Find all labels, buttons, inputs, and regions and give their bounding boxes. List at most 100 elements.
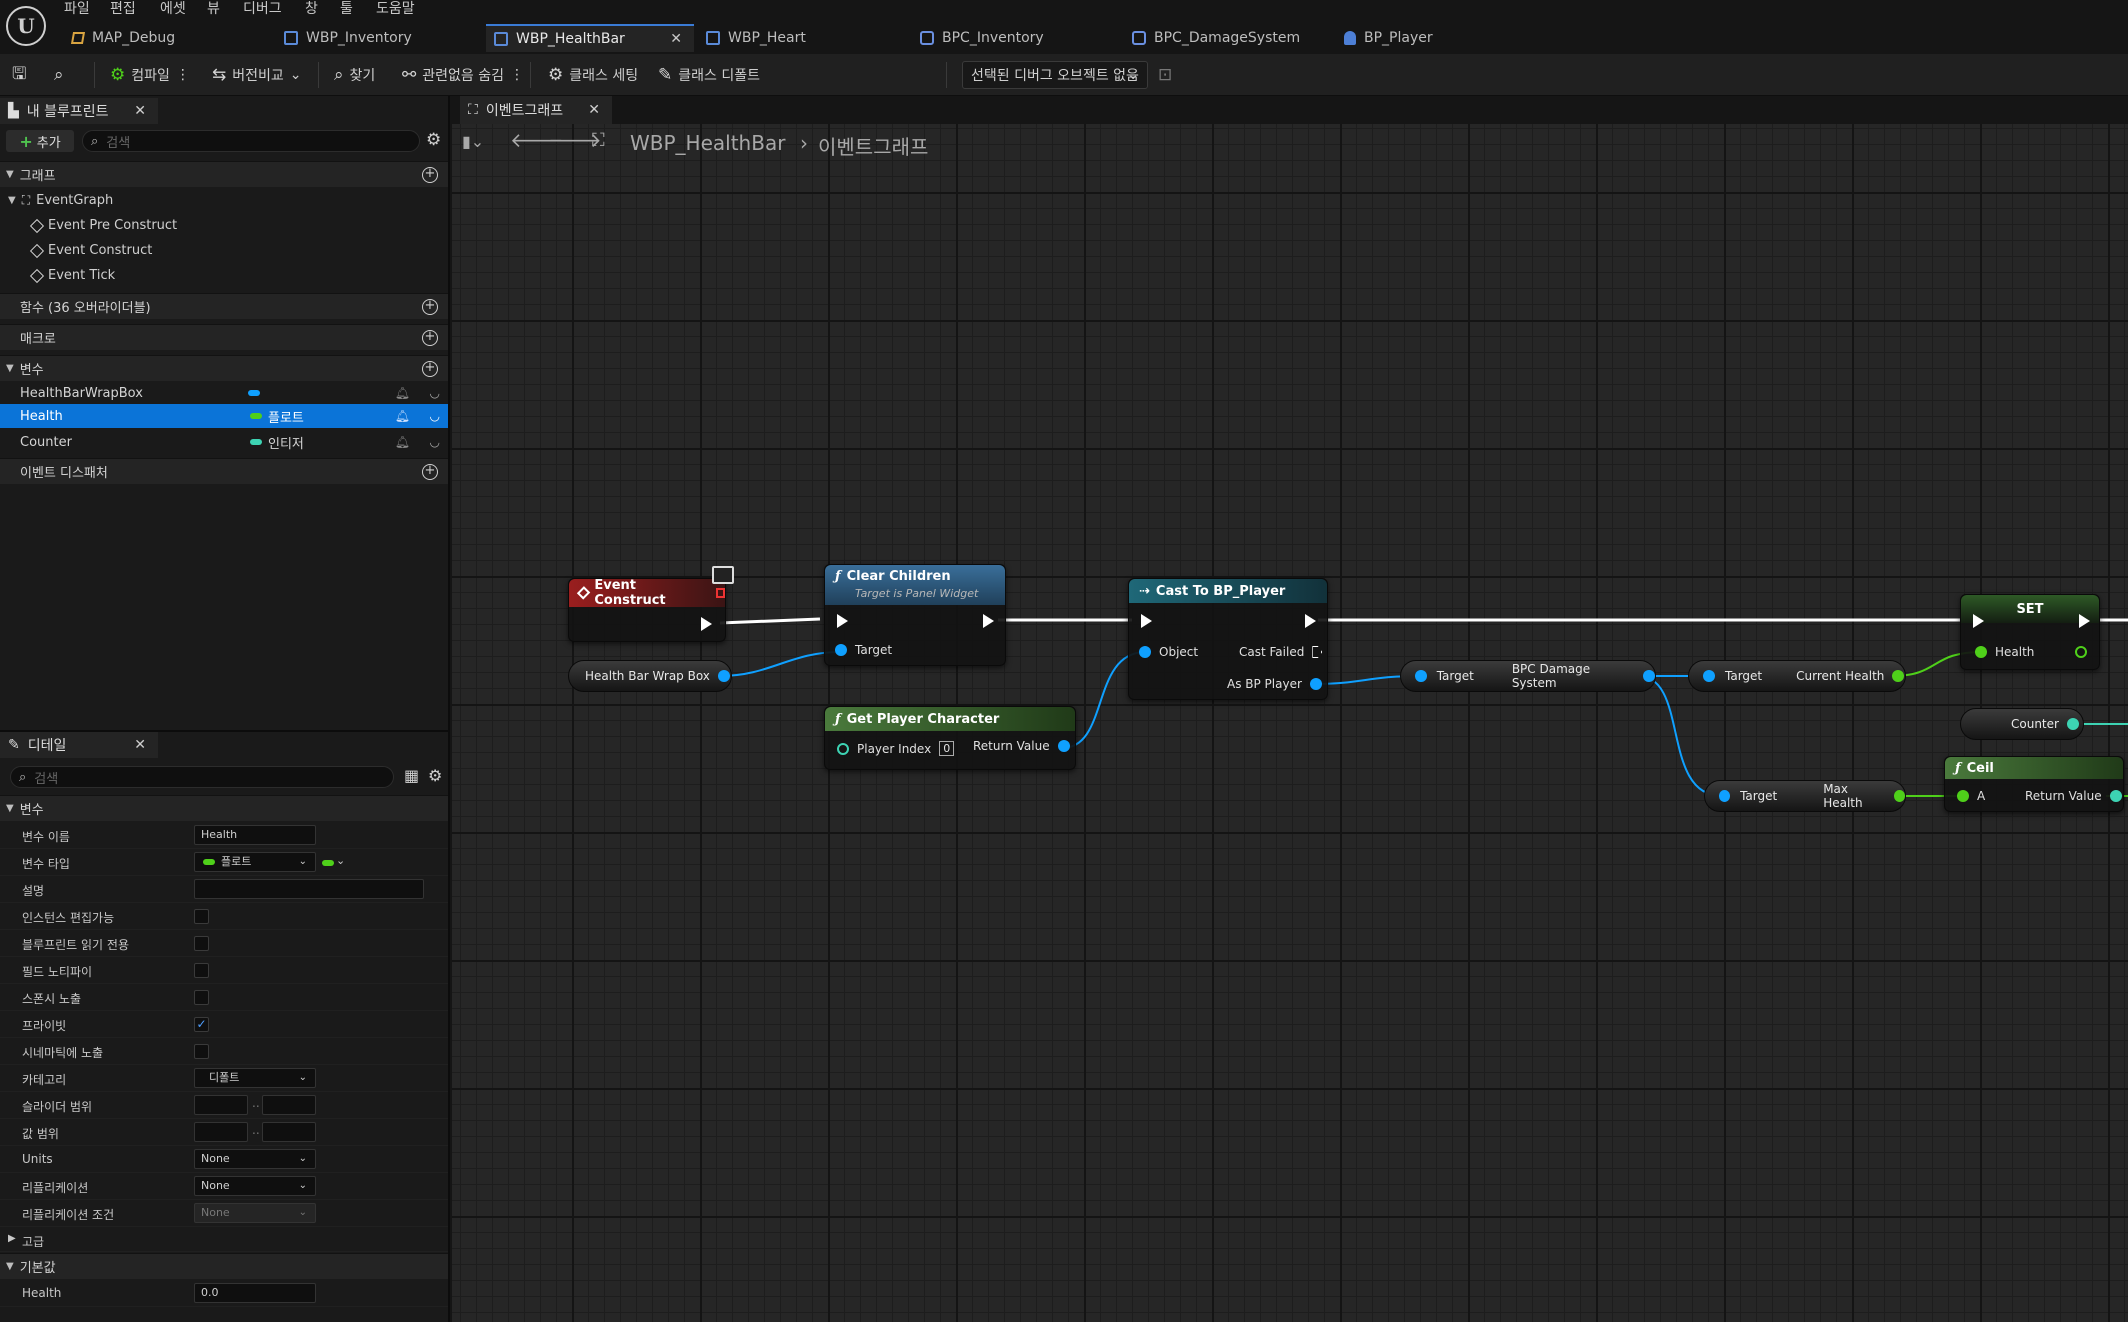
menu-asset[interactable]: 에셋	[160, 0, 186, 18]
close-icon[interactable]: ✕	[588, 102, 600, 118]
player-index-pin[interactable]: Player Index 0	[837, 741, 955, 756]
tab-bpc-inventory[interactable]: BPC_Inventory	[912, 24, 1122, 52]
current-health-getter-node[interactable]: Target Current Health	[1688, 660, 1906, 692]
health-in-pin[interactable]: Health	[1975, 645, 2034, 659]
integer-out-pin[interactable]	[2066, 718, 2079, 730]
variable-name-input[interactable]: Health	[194, 825, 316, 845]
breadcrumb-blueprint[interactable]: WBP_HealthBar	[630, 131, 785, 155]
variable-type-select[interactable]: 플로트 ⌄	[194, 852, 316, 872]
float-out-pin[interactable]	[1892, 670, 1905, 682]
add-macro-icon[interactable]: +	[422, 329, 438, 346]
max-health-getter-node[interactable]: Target Max Health	[1704, 780, 1906, 812]
value-max-input[interactable]	[262, 1122, 316, 1142]
set-health-node[interactable]: SET Health	[1960, 594, 2100, 670]
health-bar-wrap-box-getter-node[interactable]: Health Bar Wrap Box	[568, 660, 732, 692]
unreal-logo-icon[interactable]: U	[6, 6, 46, 46]
tab-bp-player[interactable]: BP_Player	[1336, 24, 1546, 52]
cast-to-bp-player-node[interactable]: ⇢ Cast To BP_Player Object Cast Failed As…	[1128, 578, 1328, 700]
clear-children-node[interactable]: ƒ Clear Children Target is Panel Widget Ta…	[824, 564, 1006, 666]
add-function-icon[interactable]: +	[422, 298, 438, 315]
object-out-pin[interactable]	[1643, 670, 1656, 682]
bpc-damage-system-getter-node[interactable]: Target BPC Damage System	[1400, 660, 1656, 692]
menu-view[interactable]: 뷰	[207, 0, 220, 18]
tab-wbp-healthbar[interactable]: WBP_HealthBar ✕	[486, 24, 694, 52]
breadcrumb-graph[interactable]: 이벤트그래프	[818, 131, 928, 160]
expose-cinematics-checkbox[interactable]	[194, 1044, 209, 1059]
float-out-pin[interactable]	[2075, 646, 2087, 658]
slider-max-input[interactable]	[262, 1095, 316, 1115]
compile-button[interactable]: ⚙ 컴파일 ⋮	[110, 54, 190, 96]
menu-file[interactable]: 파일	[64, 0, 90, 18]
add-graph-icon[interactable]: +	[422, 166, 438, 183]
event-dispatchers-section[interactable]: 이벤트 디스패처 +	[0, 458, 448, 484]
details-search-input[interactable]: ⌕ 검색	[10, 766, 394, 788]
object-in-pin[interactable]	[1719, 790, 1731, 802]
debug-object-select[interactable]: 선택된 디버그 오브젝트 없음 ⌄	[962, 61, 1148, 89]
field-notify-checkbox[interactable]	[194, 963, 209, 978]
target-pin[interactable]: Target	[835, 643, 892, 657]
tab-wbp-heart[interactable]: WBP_Heart	[698, 24, 908, 52]
tab-details[interactable]: ✎ 디테일 ✕	[0, 732, 158, 758]
float-out-pin[interactable]	[1893, 790, 1905, 802]
diff-button[interactable]: ⇆ 버전비교 ⌄	[212, 54, 302, 96]
notify-icon[interactable]: 🔔︎	[395, 409, 410, 423]
add-dispatcher-icon[interactable]: +	[422, 463, 438, 480]
menu-help[interactable]: 도움말	[376, 0, 415, 18]
functions-section[interactable]: 함수 (36 오버라이더블) +	[0, 293, 448, 319]
cast-failed-pin[interactable]: Cast Failed	[1239, 645, 1323, 659]
expose-on-spawn-checkbox[interactable]	[194, 990, 209, 1005]
browse-button[interactable]: ⌕	[54, 54, 64, 96]
exec-out-pin[interactable]	[1305, 614, 1316, 628]
counter-getter-node[interactable]: Counter	[1960, 708, 2084, 740]
event-construct-node[interactable]: Event Construct	[568, 578, 726, 642]
object-in-pin[interactable]	[1415, 670, 1427, 682]
variables-section[interactable]: ▼ 변수 +	[0, 355, 448, 381]
return-value-pin[interactable]: Return Value	[973, 739, 1070, 753]
notify-icon[interactable]: 🔔︎	[395, 435, 410, 449]
delegate-pin-icon[interactable]	[715, 588, 725, 598]
advanced-row[interactable]: ▶ 고급	[0, 1227, 448, 1252]
variable-row[interactable]: Health 플로트 🔔︎ ◡	[0, 404, 448, 428]
get-player-character-node[interactable]: ƒ Get Player Character Player Index 0 Retu…	[824, 706, 1076, 770]
menu-tools[interactable]: 툴	[340, 0, 353, 18]
bookmark-icon[interactable]: ▮⌄	[462, 132, 484, 151]
replication-condition-select[interactable]: None ⌄	[194, 1203, 316, 1223]
hide-unrelated-button[interactable]: ⚯ 관련없음 숨김 ⋮	[402, 54, 524, 96]
event-graph-item[interactable]: ▼ ⛶ EventGraph	[8, 193, 113, 208]
macros-section[interactable]: 매크로 +	[0, 324, 448, 350]
graph-canvas[interactable]	[452, 124, 2128, 1322]
notify-icon[interactable]: 🔔︎	[395, 386, 410, 400]
exec-in-pin[interactable]	[1973, 614, 1984, 628]
tab-map-debug[interactable]: MAP_Debug	[64, 24, 274, 52]
visibility-icon[interactable]: ◡	[430, 409, 440, 423]
exec-out-pin[interactable]	[2079, 614, 2090, 628]
exec-out-pin[interactable]	[983, 614, 994, 628]
as-bp-player-pin[interactable]: As BP Player	[1227, 677, 1322, 691]
object-in-pin[interactable]	[1703, 670, 1715, 682]
tab-my-blueprint[interactable]: ▙ 내 블루프린트 ✕	[0, 98, 158, 124]
add-button[interactable]: + 추가	[6, 130, 74, 152]
save-button[interactable]: 🖫	[12, 54, 26, 96]
exec-in-pin[interactable]	[837, 614, 848, 628]
find-button[interactable]: ⌕ 찾기	[334, 54, 375, 96]
player-index-input[interactable]: 0	[939, 741, 955, 756]
replication-select[interactable]: None ⌄	[194, 1176, 316, 1196]
tab-bpc-damagesystem[interactable]: BPC_DamageSystem	[1124, 24, 1334, 52]
slider-min-input[interactable]	[194, 1095, 248, 1115]
menu-debug[interactable]: 디버그	[243, 0, 282, 18]
default-health-input[interactable]: 0.0	[194, 1283, 316, 1303]
tab-wbp-inventory[interactable]: WBP_Inventory	[276, 24, 484, 52]
hide-unrelated-options-icon[interactable]: ⋮	[510, 67, 524, 83]
details-variable-section[interactable]: ▼ 변수	[0, 795, 448, 821]
debug-filter-button[interactable]: ⊡	[1158, 54, 1172, 96]
event-construct-item[interactable]: Event Construct	[29, 243, 152, 258]
category-select[interactable]: 디폴트 ⌄	[194, 1068, 316, 1088]
tab-event-graph[interactable]: ⛶ 이벤트그래프 ✕	[460, 96, 612, 124]
close-icon[interactable]: ✕	[134, 103, 146, 119]
menu-edit[interactable]: 편집	[110, 0, 136, 18]
settings-gear-icon[interactable]: ⚙	[428, 766, 442, 785]
private-checkbox[interactable]: ✓	[194, 1017, 209, 1032]
add-variable-icon[interactable]: +	[422, 360, 438, 377]
return-value-pin[interactable]: Return Value	[2025, 789, 2122, 803]
visibility-icon[interactable]: ◡	[430, 435, 440, 449]
